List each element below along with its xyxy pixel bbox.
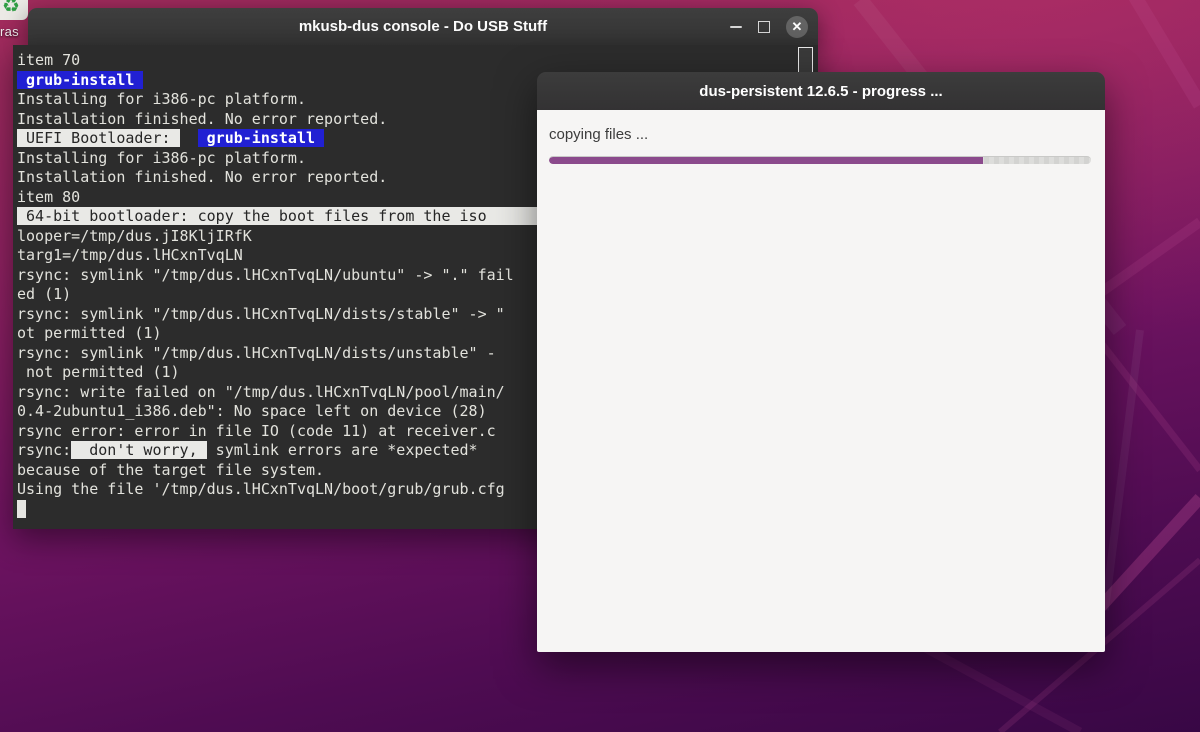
terminal-titlebar[interactable]: mkusb-dus console - Do USB Stuff ✕ <box>28 8 818 45</box>
dialog-titlebar[interactable]: dus-persistent 12.6.5 - progress ... <box>537 72 1105 110</box>
progress-bar <box>549 156 1091 164</box>
window-controls: ✕ <box>730 8 808 45</box>
maximize-icon[interactable] <box>758 20 770 33</box>
minimize-icon[interactable] <box>730 25 742 28</box>
progress-status-label: copying files ... <box>549 126 649 143</box>
desktop-icon-label: ras <box>0 24 19 39</box>
close-icon[interactable]: ✕ <box>786 15 808 38</box>
dialog-body: copying files ... <box>537 110 1105 652</box>
terminal-line: item 70 <box>17 51 81 69</box>
progress-bar-fill <box>549 157 983 164</box>
trash-erase-icon[interactable]: ♻ <box>0 0 28 20</box>
progress-dialog-window: dus-persistent 12.6.5 - progress ... cop… <box>537 72 1105 652</box>
dialog-title: dus-persistent 12.6.5 - progress ... <box>699 82 943 100</box>
recycle-glyph: ♻ <box>2 0 20 17</box>
terminal-window-title: mkusb-dus console - Do USB Stuff <box>298 18 548 35</box>
